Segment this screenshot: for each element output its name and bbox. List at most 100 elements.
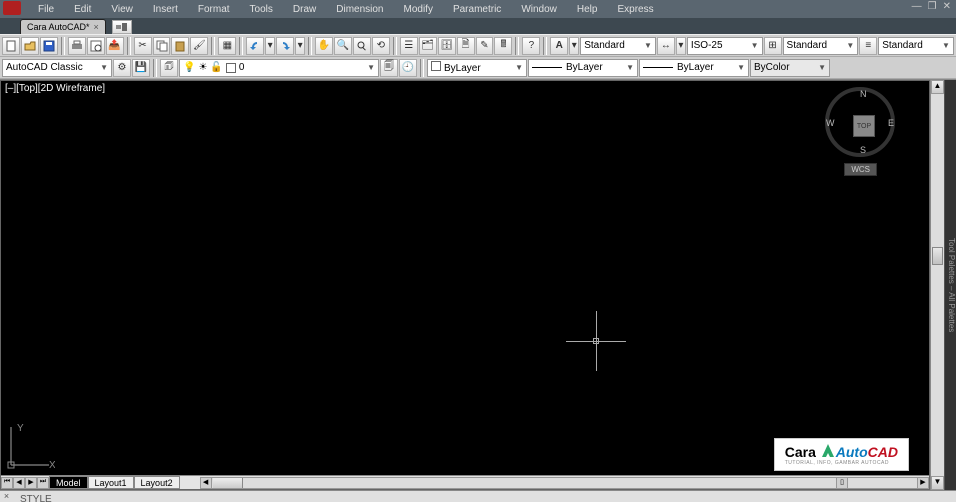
vscroll-down-button[interactable]: ▼ (931, 476, 944, 490)
text-style-combo[interactable]: Standard▼ (580, 37, 656, 55)
drawing-canvas[interactable]: [–][Top][2D Wireframe] N S W E TOP WCS Y… (0, 80, 930, 490)
text-style-dropdown[interactable]: ▾ (569, 37, 579, 55)
menu-help[interactable]: Help (567, 2, 608, 17)
file-tab-close-icon[interactable]: × (94, 22, 99, 32)
hscroll-thumb[interactable] (213, 478, 243, 488)
viewcube-west[interactable]: W (826, 118, 835, 128)
markup-icon[interactable]: ✎ (476, 37, 494, 55)
zoom-realtime-icon[interactable]: 🔍 (334, 37, 352, 55)
viewport-label[interactable]: [–][Top][2D Wireframe] (5, 83, 105, 94)
separator (393, 37, 397, 55)
table-style-combo[interactable]: Standard▼ (783, 37, 859, 55)
layer-combo[interactable]: 💡 ☀ 🔓 0 ▼ (179, 59, 379, 77)
model-tab[interactable]: Model (49, 476, 88, 489)
sheet-set-icon[interactable]: 🗎 (457, 37, 475, 55)
separator (308, 37, 312, 55)
hscroll-right-button[interactable]: ▶ (917, 477, 929, 489)
layout-first-button[interactable]: ⏮ (1, 477, 13, 489)
dim-style-icon[interactable]: ↔ (657, 37, 675, 55)
menu-express[interactable]: Express (607, 2, 663, 17)
file-tab[interactable]: Cara AutoCAD* × (20, 19, 106, 34)
plotstyle-combo[interactable]: ByColor▼ (750, 59, 830, 77)
menu-insert[interactable]: Insert (143, 2, 188, 17)
workspace-settings-icon[interactable]: ⚙ (113, 59, 131, 77)
undo-dropdown-icon[interactable]: ▾ (265, 37, 275, 55)
layer-props-icon[interactable]: 🗊 (160, 59, 178, 77)
viewcube-east[interactable]: E (888, 118, 894, 128)
standard-toolbar: 📤 ✂ 🖌 ▦ ▾ ▾ ✋ 🔍 ⟲ ☰ 🗂 🗄 🗎 ✎ 🖩 ? A ▾ Stan… (0, 35, 956, 57)
vscroll-thumb[interactable] (932, 247, 943, 265)
menu-file[interactable]: File (28, 2, 64, 17)
undo-icon[interactable] (246, 37, 264, 55)
linetype-combo[interactable]: ByLayer ▼ (528, 59, 638, 77)
separator (239, 37, 243, 55)
app-icon[interactable] (3, 1, 21, 15)
close-button[interactable]: ✕ (940, 1, 954, 12)
vertical-scrollbar[interactable]: ▲ ▼ (930, 80, 944, 490)
ml-style-icon[interactable]: ≡ (859, 37, 877, 55)
minimize-button[interactable]: — (909, 1, 925, 12)
workspace-combo[interactable]: AutoCAD Classic▼ (2, 59, 112, 77)
hscroll-left-button[interactable]: ◀ (200, 477, 212, 489)
dim-style-dropdown[interactable]: ▾ (676, 37, 686, 55)
layout2-tab[interactable]: Layout2 (134, 476, 180, 489)
separator (515, 37, 519, 55)
match-prop-icon[interactable]: 🖌 (190, 37, 208, 55)
layer-prev-icon[interactable]: 🕘 (399, 59, 417, 77)
table-style-icon[interactable]: ⊞ (764, 37, 782, 55)
workspace-save-icon[interactable]: 💾 (132, 59, 150, 77)
viewcube-south[interactable]: S (860, 145, 866, 155)
pan-icon[interactable]: ✋ (315, 37, 333, 55)
plot-preview-icon[interactable] (87, 37, 105, 55)
menu-parametric[interactable]: Parametric (443, 2, 511, 17)
layout1-tab[interactable]: Layout1 (88, 476, 134, 489)
tool-palette-icon[interactable]: 🗄 (438, 37, 456, 55)
menu-dimension[interactable]: Dimension (326, 2, 393, 17)
redo-icon[interactable] (276, 37, 294, 55)
copy-icon[interactable] (153, 37, 171, 55)
menu-format[interactable]: Format (188, 2, 240, 17)
quick-view-button[interactable] (112, 20, 132, 34)
menu-modify[interactable]: Modify (394, 2, 443, 17)
layout-next-button[interactable]: ▶ (25, 477, 37, 489)
cut-icon[interactable]: ✂ (134, 37, 152, 55)
horizontal-scrollbar[interactable]: ◀ ▯ ▶ (200, 477, 929, 489)
save-icon[interactable] (40, 37, 58, 55)
print-icon[interactable] (68, 37, 86, 55)
help-icon[interactable]: ? (522, 37, 540, 55)
dim-style-combo[interactable]: ISO-25▼ (687, 37, 763, 55)
menu-view[interactable]: View (101, 2, 143, 17)
open-icon[interactable] (21, 37, 39, 55)
separator (127, 37, 131, 55)
text-style-icon[interactable]: A (550, 37, 568, 55)
vscroll-up-button[interactable]: ▲ (931, 80, 944, 94)
redo-dropdown-icon[interactable]: ▾ (295, 37, 305, 55)
quickcalc-icon[interactable]: 🖩 (494, 37, 512, 55)
restore-button[interactable]: ❐ (925, 1, 940, 12)
viewcube-face[interactable]: TOP (853, 115, 875, 137)
menu-tools[interactable]: Tools (240, 2, 283, 17)
layer-state-icon[interactable]: 🗐 (380, 59, 398, 77)
menu-edit[interactable]: Edit (64, 2, 101, 17)
tool-palette-sidebar[interactable]: Tool Palettes – All Palettes (944, 80, 956, 490)
block-editor-icon[interactable]: ▦ (218, 37, 236, 55)
hscroll-split-button[interactable]: ▯ (836, 477, 848, 489)
layout-prev-button[interactable]: ◀ (13, 477, 25, 489)
command-close-icon[interactable]: × (1, 491, 12, 502)
wcs-label[interactable]: WCS (844, 163, 877, 176)
menu-draw[interactable]: Draw (283, 2, 326, 17)
properties-icon[interactable]: ☰ (400, 37, 418, 55)
ml-style-combo[interactable]: Standard▼ (878, 37, 954, 55)
design-center-icon[interactable]: 🗂 (419, 37, 437, 55)
publish-icon[interactable]: 📤 (106, 37, 124, 55)
viewcube-north[interactable]: N (860, 89, 867, 99)
paste-icon[interactable] (171, 37, 189, 55)
color-combo[interactable]: ByLayer ▼ (427, 59, 527, 77)
view-cube[interactable]: N S W E TOP (825, 87, 895, 157)
menu-window[interactable]: Window (511, 2, 567, 17)
layout-last-button[interactable]: ⏭ (37, 477, 49, 489)
zoom-previous-icon[interactable]: ⟲ (372, 37, 390, 55)
lineweight-combo[interactable]: ByLayer ▼ (639, 59, 749, 77)
zoom-window-icon[interactable] (353, 37, 371, 55)
new-icon[interactable] (2, 37, 20, 55)
